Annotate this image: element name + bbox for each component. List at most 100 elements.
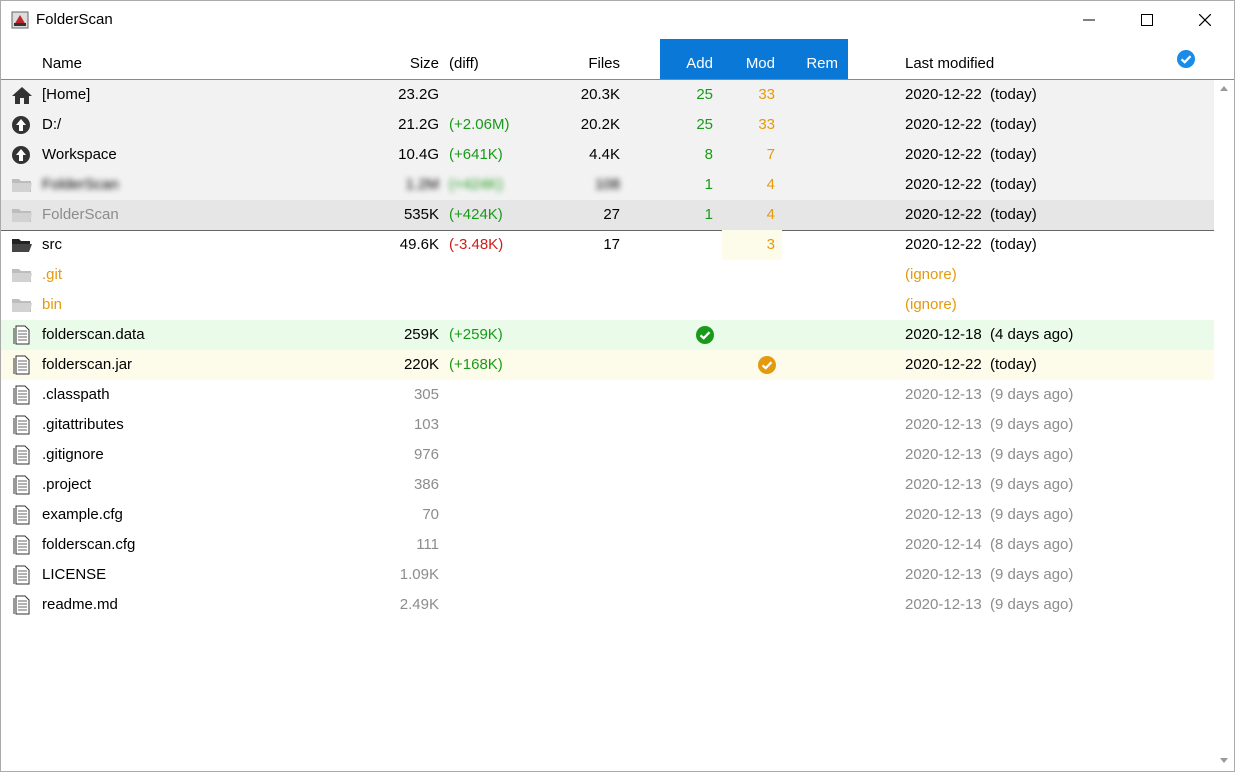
item-name: FolderScan xyxy=(42,176,119,193)
close-button[interactable] xyxy=(1176,1,1234,39)
item-added-count: 1 xyxy=(704,206,713,223)
close-icon xyxy=(1199,14,1211,26)
item-row[interactable]: .classpath 305 2020-12-13 (9 days ago) xyxy=(1,380,1214,410)
item-size: 220K xyxy=(403,356,439,373)
item-files: 27 xyxy=(603,206,620,223)
scroll-up-icon[interactable] xyxy=(1220,86,1228,91)
item-size: 49.6K xyxy=(399,236,439,253)
item-row[interactable]: folderscan.cfg 111 2020-12-14 (8 days ago) xyxy=(1,530,1214,560)
item-added-count: 1 xyxy=(704,176,713,193)
item-row[interactable]: .git (ignore) xyxy=(1,260,1214,290)
up-arrow-icon xyxy=(11,145,33,165)
item-row[interactable]: src 49.6K (-3.48K) 17 3 2020-12-22 (today) xyxy=(1,230,1214,260)
scroll-down-icon[interactable] xyxy=(1220,758,1228,763)
item-files: 4.4K xyxy=(589,146,620,163)
item-date: 2020-12-13 xyxy=(905,386,982,403)
item-ago: (today) xyxy=(990,176,1037,193)
header-files[interactable]: Files xyxy=(561,55,620,72)
item-date: 2020-12-13 xyxy=(905,446,982,463)
file-icon xyxy=(11,565,33,585)
folder-open-icon xyxy=(11,235,33,255)
item-date: 2020-12-22 xyxy=(905,206,982,223)
parent-path-list: [Home] 23.2G 20.3K 25 33 2020-12-22 (today) D:/… xyxy=(1,80,1214,231)
item-modified-count: 7 xyxy=(766,146,775,163)
header-last-modified[interactable]: Last modified xyxy=(905,55,994,72)
header-mod[interactable]: Mod xyxy=(735,55,775,72)
file-icon xyxy=(11,325,33,345)
app-icon xyxy=(11,11,29,29)
item-size: 70 xyxy=(422,506,439,523)
header-size[interactable]: Size xyxy=(379,55,439,72)
item-diff: (+168K) xyxy=(449,356,503,373)
item-size: 386 xyxy=(413,476,439,493)
item-name: bin xyxy=(42,296,63,313)
item-size: 305 xyxy=(413,386,439,403)
header-name[interactable]: Name xyxy=(42,55,82,72)
item-size: 1.09K xyxy=(399,566,439,583)
folder-icon xyxy=(11,295,33,315)
item-date: 2020-12-22 xyxy=(905,176,982,193)
parent-row[interactable]: FolderScan 535K (+424K) 27 1 4 2020-12-22 (toda… xyxy=(1,200,1214,230)
item-row[interactable]: .gitignore 976 2020-12-13 (9 days ago) xyxy=(1,440,1214,470)
item-diff: (+2.06M) xyxy=(449,116,510,133)
vertical-scrollbar[interactable] xyxy=(1215,80,1234,771)
item-row[interactable]: .project 386 2020-12-13 (9 days ago) xyxy=(1,470,1214,500)
item-size: 23.2G xyxy=(398,86,439,103)
item-row[interactable]: example.cfg 70 2020-12-13 (9 days ago) xyxy=(1,500,1214,530)
item-name: readme.md xyxy=(42,596,118,613)
item-row[interactable]: LICENSE 1.09K 2020-12-13 (9 days ago) xyxy=(1,560,1214,590)
item-row[interactable]: folderscan.jar 220K (+168K) 2020-12-22 (toda… xyxy=(1,350,1214,380)
item-added-count: 25 xyxy=(696,116,713,133)
header-add[interactable]: Add xyxy=(673,55,713,72)
item-added-count: 25 xyxy=(696,86,713,103)
item-name: example.cfg xyxy=(42,506,123,523)
item-name: src xyxy=(42,236,62,253)
item-ago: (today) xyxy=(990,146,1037,163)
maximize-button[interactable] xyxy=(1118,1,1176,39)
item-name: Workspace xyxy=(42,146,117,163)
item-name: FolderScan xyxy=(42,206,119,223)
item-added-count: 8 xyxy=(704,146,713,163)
item-size: 976 xyxy=(413,446,439,463)
item-ago: (9 days ago) xyxy=(990,416,1074,433)
item-row[interactable]: .gitattributes 103 2020-12-13 (9 days ago) xyxy=(1,410,1214,440)
item-modified-count: 4 xyxy=(766,206,775,223)
item-row[interactable]: folderscan.data 259K (+259K) 2020-12-18 (4 d… xyxy=(1,320,1214,350)
header-rem[interactable]: Rem xyxy=(797,55,838,72)
item-date: 2020-12-13 xyxy=(905,476,982,493)
item-date: 2020-12-13 xyxy=(905,566,982,583)
item-size: 259K xyxy=(403,326,439,343)
parent-row[interactable]: FolderScan 1.2M (+424K) 108 1 4 2020-12-22 (tod… xyxy=(1,170,1214,200)
item-ago: (today) xyxy=(990,356,1037,373)
item-row[interactable]: bin (ignore) xyxy=(1,290,1214,320)
folder-icon xyxy=(11,265,33,285)
item-size: 111 xyxy=(416,536,439,553)
item-ago: (8 days ago) xyxy=(990,536,1074,553)
check-icon[interactable] xyxy=(1176,49,1196,69)
item-ago: (today) xyxy=(990,116,1037,133)
item-date: 2020-12-22 xyxy=(905,146,982,163)
item-ago: (9 days ago) xyxy=(990,476,1074,493)
item-ago: (9 days ago) xyxy=(990,446,1074,463)
item-files: 20.3K xyxy=(580,86,620,103)
item-modified-count: 33 xyxy=(758,86,775,103)
header-diff[interactable]: (diff) xyxy=(449,55,479,72)
item-size: 103 xyxy=(413,416,439,433)
parent-row[interactable]: [Home] 23.2G 20.3K 25 33 2020-12-22 (today) xyxy=(1,80,1214,110)
file-icon xyxy=(11,595,33,615)
item-diff: (+641K) xyxy=(449,146,503,163)
parent-row[interactable]: Workspace 10.4G (+641K) 4.4K 8 7 2020-12-22 (to… xyxy=(1,140,1214,170)
item-files: 17 xyxy=(603,236,620,253)
home-icon xyxy=(11,85,33,105)
item-date: 2020-12-14 xyxy=(905,536,982,553)
item-name: LICENSE xyxy=(42,566,107,583)
added-check-icon xyxy=(695,325,715,349)
item-name: .git xyxy=(42,266,63,283)
minimize-button[interactable] xyxy=(1060,1,1118,39)
item-name: folderscan.data xyxy=(42,326,145,343)
item-row[interactable]: readme.md 2.49K 2020-12-13 (9 days ago) xyxy=(1,590,1214,620)
item-name: .gitattributes xyxy=(42,416,124,433)
parent-row[interactable]: D:/ 21.2G (+2.06M) 20.2K 25 33 2020-12-22 (toda… xyxy=(1,110,1214,140)
up-arrow-icon xyxy=(11,115,33,135)
item-name: folderscan.jar xyxy=(42,356,133,373)
